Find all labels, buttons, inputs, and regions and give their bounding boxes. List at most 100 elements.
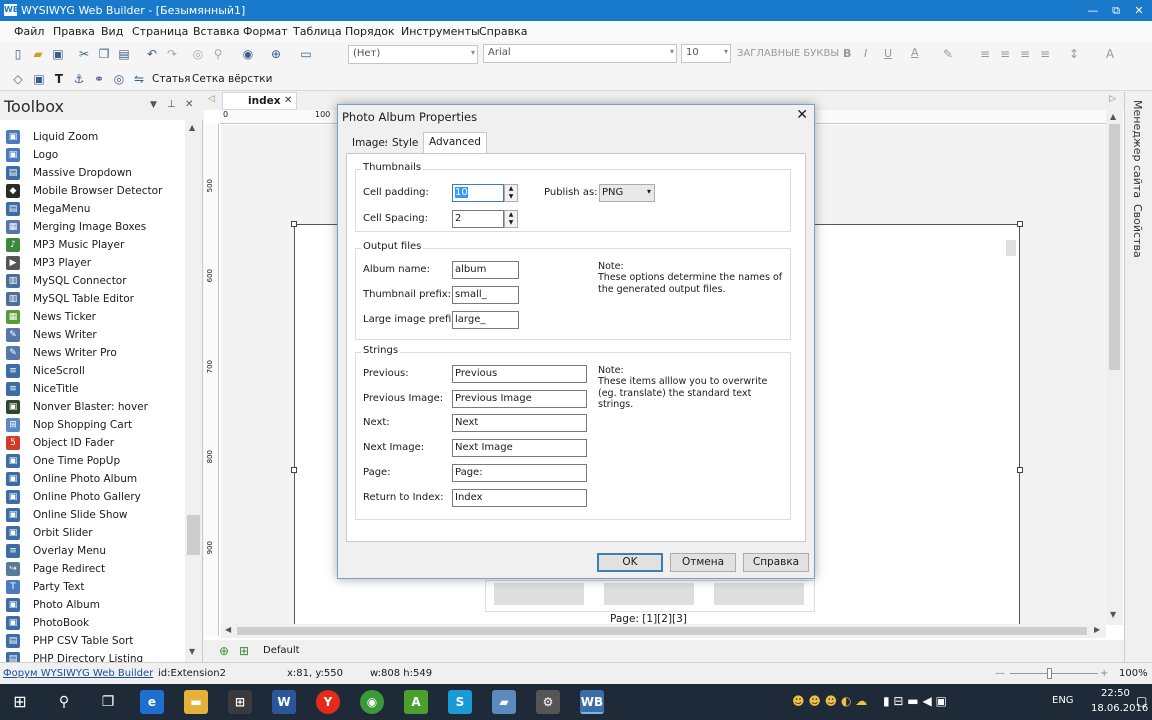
toolbox-item[interactable]: ⊞ Nop Shopping Cart xyxy=(0,416,185,434)
menu-tools[interactable]: Инструменты xyxy=(401,25,480,38)
toolbox-item[interactable]: ▥ MySQL Connector xyxy=(0,272,185,290)
cancel-button[interactable]: Отмена xyxy=(670,553,736,572)
resize-handle[interactable] xyxy=(291,221,297,227)
menu-page[interactable]: Страница xyxy=(132,25,188,38)
copy-icon[interactable]: ❐ xyxy=(96,46,112,62)
start-icon[interactable]: ⊞ xyxy=(8,690,32,714)
align-justify-icon[interactable]: ≡ xyxy=(1037,46,1053,62)
add-layout-icon[interactable]: ⊕ xyxy=(216,643,232,659)
toolbox-item[interactable]: ▣ PhotoBook xyxy=(0,614,185,632)
code-icon[interactable]: ◇ xyxy=(10,71,26,87)
dialog-close-icon[interactable]: ✕ xyxy=(796,107,808,123)
editor-vertical-scrollbar[interactable]: ▲ ▼ xyxy=(1106,110,1123,625)
highlight-icon[interactable]: ✎ xyxy=(940,46,956,62)
anchor-icon[interactable]: ⚓ xyxy=(71,71,87,87)
image-icon[interactable]: ▣ xyxy=(31,71,47,87)
tray-icons[interactable]: ☻ ☻ ☻ ◐ ☁ xyxy=(792,694,867,708)
edge-icon[interactable]: e xyxy=(140,690,164,714)
app-a-icon[interactable]: A xyxy=(404,690,428,714)
close-panel-icon[interactable]: ✕ xyxy=(185,99,193,110)
align-center-icon[interactable]: ≡ xyxy=(997,46,1013,62)
menu-insert[interactable]: Вставка xyxy=(193,25,240,38)
toolbox-item[interactable]: ▣ Online Photo Gallery xyxy=(0,488,185,506)
notifications-icon[interactable]: ▢ xyxy=(1136,694,1147,708)
redo-icon[interactable]: ↷ xyxy=(164,46,180,62)
zoom-slider-thumb[interactable] xyxy=(1047,668,1052,679)
toolbox-scrollbar[interactable]: ▲ ▼ xyxy=(185,120,202,662)
editor-horizontal-scrollbar[interactable]: ◀ ▶ xyxy=(221,624,1106,638)
font-size-icon[interactable]: A xyxy=(1102,46,1118,62)
layout-options-icon[interactable]: ⊞ xyxy=(236,643,252,659)
toolbox-item[interactable]: 5 Object ID Fader xyxy=(0,434,185,452)
yandex-icon[interactable]: Y xyxy=(316,690,340,714)
menu-view[interactable]: Вид xyxy=(101,25,123,38)
close-tab-icon[interactable]: ✕ xyxy=(284,95,292,106)
find-icon[interactable]: ⚲ xyxy=(210,46,226,62)
menu-help[interactable]: Справка xyxy=(479,25,527,38)
previous-input[interactable]: Previous xyxy=(452,365,587,383)
thumbnail-prefix-input[interactable]: small_ xyxy=(452,286,519,304)
pin-icon[interactable]: ⊥ xyxy=(167,99,176,110)
resize-handle[interactable] xyxy=(1017,221,1023,227)
previous-image-input[interactable]: Previous Image xyxy=(452,390,587,408)
tab-scroll-left-icon[interactable]: ◁ xyxy=(208,94,215,104)
wysiwyg-taskbar-icon[interactable]: WB xyxy=(580,690,604,714)
zoom-out-icon[interactable]: — xyxy=(995,668,1005,679)
web-icon[interactable]: ◎ xyxy=(111,71,127,87)
line-spacing-icon[interactable]: ↕ xyxy=(1066,46,1082,62)
menu-table[interactable]: Таблица xyxy=(293,25,342,38)
menu-file[interactable]: Файл xyxy=(14,25,44,38)
toolbox-item[interactable]: ▣ One Time PopUp xyxy=(0,452,185,470)
album-name-input[interactable]: album xyxy=(452,261,519,279)
explorer-icon[interactable]: ▬ xyxy=(184,690,208,714)
save-icon[interactable]: ▣ xyxy=(50,46,66,62)
toolbox-item[interactable]: ▣ Online Photo Album xyxy=(0,470,185,488)
toolbox-item[interactable]: ✎ News Writer xyxy=(0,326,185,344)
tab-index[interactable]: index ✕ xyxy=(222,92,297,110)
toolbox-item[interactable]: ≡ NiceTitle xyxy=(0,380,185,398)
zoom-in-icon[interactable]: + xyxy=(1100,668,1108,679)
toolbox-item[interactable]: ▤ PHP CSV Table Sort xyxy=(0,632,185,650)
search-icon[interactable]: ⚲ xyxy=(52,690,76,714)
resize-handle[interactable] xyxy=(291,467,297,473)
bold-button[interactable]: B xyxy=(843,47,851,60)
preview-icon[interactable]: ◉ xyxy=(240,46,256,62)
toolbox-item[interactable]: ▦ News Ticker xyxy=(0,308,185,326)
chrome-icon[interactable]: ◉ xyxy=(360,690,384,714)
scroll-thumb[interactable] xyxy=(1109,124,1120,370)
breakpoint-default[interactable]: Default xyxy=(263,645,300,656)
new-icon[interactable]: ▯ xyxy=(10,46,26,62)
clock-time[interactable]: 22:50 xyxy=(1101,688,1130,699)
toolbox-item[interactable]: ≡ Overlay Menu xyxy=(0,542,185,560)
tray-network-icon[interactable]: ▮ ⊟ ▬ ◀ ▣ xyxy=(883,694,947,708)
ok-button[interactable]: OK xyxy=(597,553,663,572)
tab-scroll-right-icon[interactable]: ▷ xyxy=(1109,94,1116,104)
next-input[interactable]: Next xyxy=(452,414,587,432)
toolbox-item[interactable]: ▣ Liquid Zoom xyxy=(0,128,185,146)
italic-button[interactable]: I xyxy=(864,47,867,60)
undo-icon[interactable]: ↶ xyxy=(144,46,160,62)
publish-icon[interactable]: ⊕ xyxy=(268,46,284,62)
properties-tab[interactable]: Свойства xyxy=(1131,204,1144,258)
resize-handle[interactable] xyxy=(1017,467,1023,473)
font-size-select[interactable]: 10 ▾ xyxy=(681,44,731,63)
scroll-right-icon[interactable]: ▶ xyxy=(1094,625,1100,634)
text-icon[interactable]: T xyxy=(51,71,67,87)
tab-advanced[interactable]: Advanced xyxy=(423,132,487,154)
toolbox-item[interactable]: ≡ NiceScroll xyxy=(0,362,185,380)
skype-icon[interactable]: S xyxy=(448,690,472,714)
toolbox-item[interactable]: T Party Text xyxy=(0,578,185,596)
caps-button[interactable]: ЗАГЛАВНЫЕ БУКВЫ xyxy=(737,48,839,59)
toolbox-item[interactable]: ▶ MP3 Player xyxy=(0,254,185,272)
zoom-slider[interactable] xyxy=(1010,673,1098,674)
notes-icon[interactable]: ▰ xyxy=(492,690,516,714)
share-icon[interactable]: ⇋ xyxy=(131,71,147,87)
layout-grid-button[interactable]: Сетка вёрстки xyxy=(192,73,272,85)
layout-icon[interactable]: ▭ xyxy=(298,46,314,62)
toolbox-item[interactable]: ▣ Nonver Blaster: hover xyxy=(0,398,185,416)
inner-scrollbar[interactable] xyxy=(1006,240,1016,256)
forum-link[interactable]: Форум WYSIWYG Web Builder xyxy=(3,668,153,679)
task-view-icon[interactable]: ❐ xyxy=(96,690,120,714)
toolbox-item[interactable]: ▤ MegaMenu xyxy=(0,200,185,218)
site-manager-tab[interactable]: Менеджер сайта xyxy=(1131,100,1144,198)
